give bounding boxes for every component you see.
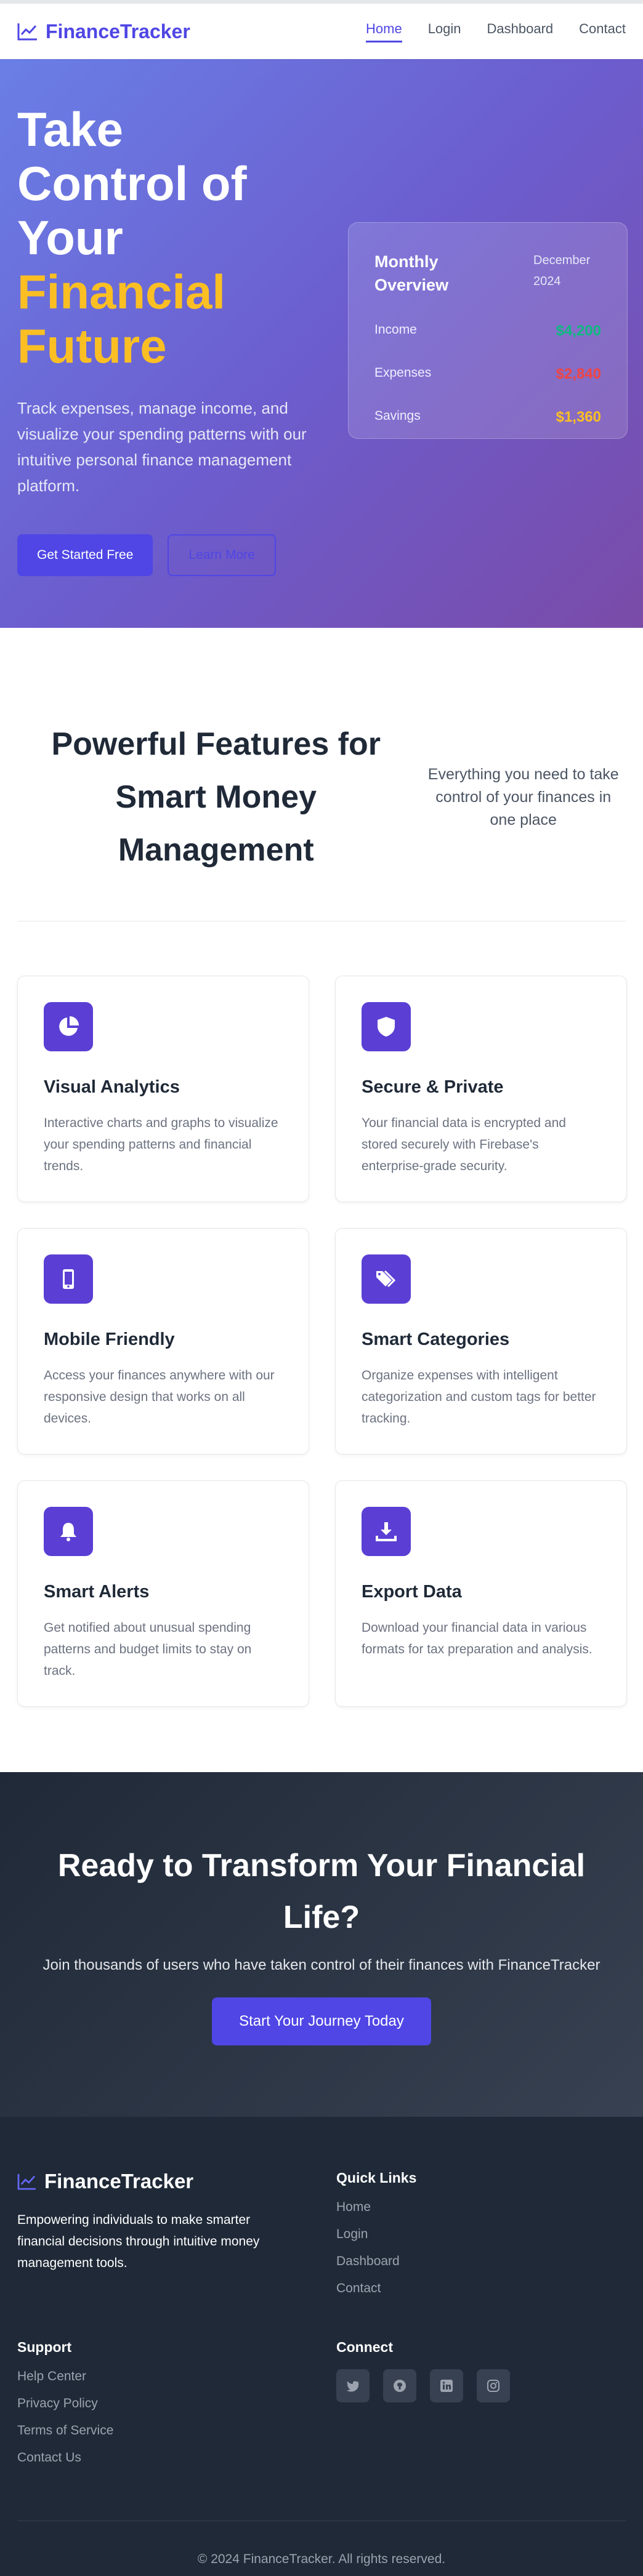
nav-link-home[interactable]: Home [366, 21, 402, 42]
brand-name: FinanceTracker [46, 20, 190, 42]
brand-logo[interactable]: FinanceTracker [17, 20, 190, 43]
pie-chart-icon [44, 1002, 93, 1051]
overview-income-row: Income $4,200 [374, 323, 601, 340]
hero-buttons: Get Started Free Learn More [17, 534, 319, 576]
linkedin-icon[interactable] [430, 2369, 463, 2402]
hero-title-accent2: Future [17, 319, 167, 373]
income-label: Income [374, 323, 417, 337]
footer-brand-name: FinanceTracker [44, 2170, 194, 2193]
overview-date: December 2024 [533, 254, 591, 288]
hero-subtitle: Track expenses, manage income, and visua… [17, 399, 307, 495]
feature-title: Mobile Friendly [44, 1330, 175, 1349]
feature-description: Your financial data is encrypted and sto… [362, 1116, 566, 1173]
features-grid: Visual Analytics Interactive charts and … [17, 976, 627, 1707]
footer-link-privacy-policy[interactable]: Privacy Policy [17, 2396, 336, 2411]
overview-title: Monthly Overview [374, 252, 449, 294]
footer-link-contact[interactable]: Contact [336, 2281, 628, 2296]
hero-title-accent1: Financial [17, 265, 226, 319]
twitter-icon[interactable] [336, 2369, 370, 2402]
feature-title: Visual Analytics [44, 1077, 180, 1097]
footer-link-dashboard[interactable]: Dashboard [336, 2254, 628, 2269]
features-title: Powerful Features for Smart Money Manage… [51, 726, 381, 868]
download-icon [362, 1507, 411, 1556]
chart-line-icon [17, 2173, 36, 2190]
footer: FinanceTracker Empowering individuals to… [0, 2117, 643, 2576]
feature-title: Smart Categories [362, 1330, 510, 1349]
start-journey-button[interactable]: Start Your Journey Today [212, 1997, 431, 2045]
features-header: Powerful Features for Smart Money Manage… [17, 718, 626, 921]
learn-more-button[interactable]: Learn More [168, 534, 276, 576]
footer-brand-column: FinanceTracker Empowering individuals to… [17, 2170, 336, 2308]
hero-title: Take Control of Your Financial Future [17, 102, 319, 373]
footer-link-home[interactable]: Home [336, 2200, 628, 2215]
nav-link-login[interactable]: Login [428, 21, 461, 42]
feature-description: Get notified about unusual spending patt… [44, 1621, 252, 1678]
bell-icon [44, 1507, 93, 1556]
feature-card-visual-analytics: Visual Analytics Interactive charts and … [17, 976, 309, 1202]
overview-savings-row: Savings $1,360 [374, 409, 601, 426]
footer-description: Empowering individuals to make smarter f… [17, 2213, 260, 2270]
feature-card-secure-private: Secure & Private Your financial data is … [335, 976, 627, 1202]
connect-title: Connect [336, 2339, 393, 2355]
feature-description: Access your finances anywhere with our r… [44, 1368, 275, 1426]
connect-column: Connect [336, 2339, 628, 2478]
savings-value: $1,360 [556, 409, 601, 425]
features-subtitle: Everything you need to take control of y… [427, 765, 619, 829]
feature-description: Interactive charts and graphs to visuali… [44, 1116, 278, 1173]
feature-title: Export Data [362, 1582, 462, 1602]
instagram-icon[interactable] [477, 2369, 510, 2402]
features-section: Powerful Features for Smart Money Manage… [0, 628, 643, 1772]
footer-link-terms[interactable]: Terms of Service [17, 2423, 336, 2438]
footer-link-login[interactable]: Login [336, 2227, 628, 2242]
hero-content: Take Control of Your Financial Future Tr… [17, 102, 319, 576]
top-navbar: FinanceTracker Home Login Dashboard Cont… [0, 0, 643, 59]
feature-card-smart-alerts: Smart Alerts Get notified about unusual … [17, 1480, 309, 1707]
expenses-value: $2,840 [556, 366, 601, 382]
cta-title: Ready to Transform Your Financial Life? [57, 1848, 586, 1935]
hero-section: Take Control of Your Financial Future Tr… [0, 59, 643, 628]
social-links [336, 2369, 628, 2402]
feature-card-smart-categories: Smart Categories Organize expenses with … [335, 1228, 627, 1455]
savings-label: Savings [374, 409, 421, 423]
cta-section: Ready to Transform Your Financial Life? … [0, 1772, 643, 2117]
hero-title-line3: Your [17, 211, 123, 265]
feature-description: Download your financial data in various … [362, 1621, 592, 1656]
nav-links: Home Login Dashboard Contact [366, 21, 626, 42]
get-started-button[interactable]: Get Started Free [17, 534, 153, 576]
support-title: Support [17, 2339, 72, 2355]
tags-icon [362, 1254, 411, 1304]
feature-title: Smart Alerts [44, 1582, 150, 1602]
feature-description: Organize expenses with intelligent categ… [362, 1368, 596, 1426]
feature-card-export-data: Export Data Download your financial data… [335, 1480, 627, 1707]
expenses-label: Expenses [374, 366, 432, 380]
footer-link-help-center[interactable]: Help Center [17, 2369, 336, 2384]
copyright: © 2024 FinanceTracker. All rights reserv… [17, 2521, 626, 2567]
monthly-overview-card: Monthly Overview December 2024 Income $4… [348, 222, 628, 439]
footer-link-contact-us[interactable]: Contact Us [17, 2450, 336, 2465]
hero-title-line2: Control of [17, 156, 247, 211]
nav-link-contact[interactable]: Contact [579, 21, 626, 42]
footer-brand[interactable]: FinanceTracker [17, 2170, 336, 2193]
shield-icon [362, 1002, 411, 1051]
income-value: $4,200 [556, 323, 601, 339]
cta-subtitle: Join thousands of users who have taken c… [42, 1957, 601, 1973]
feature-title: Secure & Private [362, 1077, 504, 1097]
overview-expenses-row: Expenses $2,840 [374, 366, 601, 383]
nav-link-dashboard[interactable]: Dashboard [487, 21, 554, 42]
chart-line-icon [17, 23, 37, 41]
mobile-icon [44, 1254, 93, 1304]
github-icon[interactable] [383, 2369, 416, 2402]
hero-title-line1: Take [17, 102, 123, 156]
feature-card-mobile-friendly: Mobile Friendly Access your finances any… [17, 1228, 309, 1455]
quick-links-title: Quick Links [336, 2170, 417, 2186]
support-column: Support Help Center Privacy Policy Terms… [17, 2339, 336, 2478]
quick-links-column: Quick Links Home Login Dashboard Contact [336, 2170, 628, 2308]
